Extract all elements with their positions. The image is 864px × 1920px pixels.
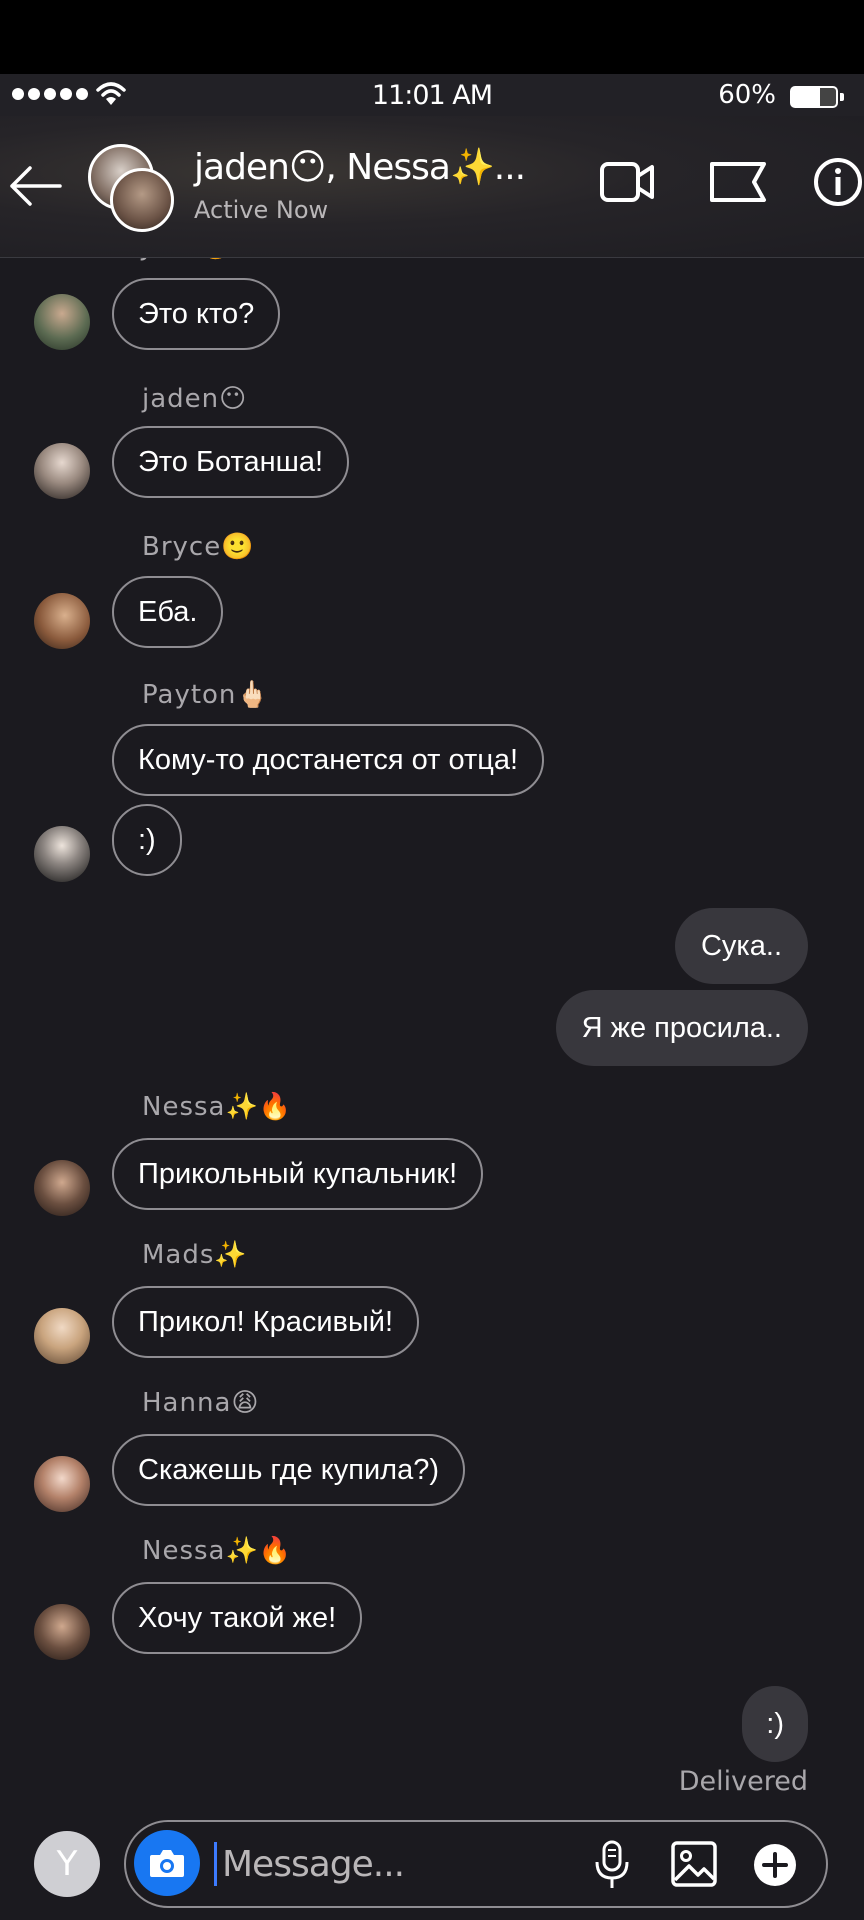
- message-bubble[interactable]: Это Ботанша!: [112, 426, 350, 498]
- chat-header: jaden😶, Nessa✨... Active Now: [0, 116, 864, 258]
- microphone-icon[interactable]: [592, 1840, 632, 1890]
- flag-icon[interactable]: [708, 158, 768, 206]
- battery-percentage: 60%: [718, 80, 776, 110]
- avatar[interactable]: [34, 593, 90, 649]
- message-bubble-outgoing[interactable]: Сука..: [674, 908, 808, 984]
- message-bubble-outgoing[interactable]: :): [742, 1686, 808, 1762]
- back-arrow-icon[interactable]: [4, 156, 68, 216]
- sender-name: Payton🖕🏻: [142, 680, 270, 710]
- message-bubble[interactable]: Хочу такой же!: [112, 1582, 363, 1654]
- camera-button[interactable]: [134, 1830, 200, 1896]
- avatar[interactable]: [34, 1456, 90, 1512]
- message-bubble[interactable]: :): [112, 804, 182, 876]
- message-bubble[interactable]: Прикольный купальник!: [112, 1138, 484, 1210]
- my-avatar[interactable]: Y: [34, 1831, 100, 1897]
- message-bubble-outgoing[interactable]: Я же просила..: [555, 990, 808, 1066]
- composer-bar: Y: [0, 1818, 864, 1920]
- message-bubble[interactable]: Кому-то достанется от отца!: [112, 724, 545, 796]
- image-icon[interactable]: [670, 1840, 718, 1888]
- message-input[interactable]: [222, 1834, 582, 1894]
- text-cursor: [214, 1842, 217, 1886]
- sender-name: Nessa✨🔥: [142, 1092, 293, 1122]
- message-list[interactable]: Josh🙂 Это кто? jaden😶 Это Ботанша! Bryce…: [0, 258, 864, 1818]
- avatar[interactable]: [34, 1308, 90, 1364]
- message-bubble[interactable]: Прикол! Красивый!: [112, 1286, 420, 1358]
- top-black-band: [0, 0, 864, 74]
- battery-icon: [790, 86, 844, 108]
- message-composer: [124, 1820, 828, 1908]
- camera-icon: [150, 1850, 184, 1877]
- sender-name: Josh🙂: [142, 258, 233, 262]
- info-icon[interactable]: [812, 156, 864, 208]
- avatar[interactable]: [34, 826, 90, 882]
- avatar[interactable]: [34, 1160, 90, 1216]
- avatar[interactable]: [34, 1604, 90, 1660]
- avatar[interactable]: [34, 443, 90, 499]
- message-bubble[interactable]: Это кто?: [112, 278, 281, 350]
- active-status: Active Now: [194, 196, 329, 224]
- sender-name: Mads✨: [142, 1240, 248, 1270]
- sender-name: Bryce🙂: [142, 532, 255, 562]
- sender-name: jaden😶: [142, 384, 248, 414]
- plus-icon[interactable]: [752, 1842, 798, 1888]
- video-camera-icon[interactable]: [598, 158, 656, 206]
- message-bubble[interactable]: Еба.: [112, 576, 224, 648]
- status-bar: 11:01 AM 60%: [0, 74, 864, 116]
- group-avatar[interactable]: [88, 144, 178, 234]
- avatar: [110, 168, 174, 232]
- sender-name: Hanna😩: [142, 1388, 260, 1418]
- sender-name: Nessa✨🔥: [142, 1536, 293, 1566]
- message-bubble[interactable]: Скажешь где купила?): [112, 1434, 465, 1506]
- chat-title[interactable]: jaden😶, Nessa✨...: [194, 146, 526, 188]
- delivered-status: Delivered: [678, 1766, 808, 1797]
- avatar[interactable]: [34, 294, 90, 350]
